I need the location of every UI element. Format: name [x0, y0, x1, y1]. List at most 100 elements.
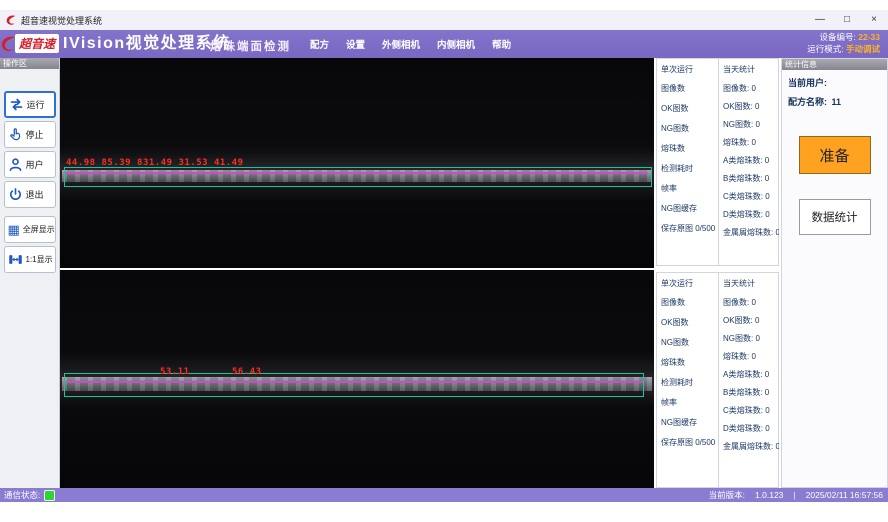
- run-button[interactable]: 运行: [4, 91, 56, 118]
- today-title: 当天统计: [723, 278, 779, 289]
- today-title: 当天统计: [723, 64, 779, 75]
- stat-row: 检测耗时: [661, 377, 718, 388]
- measurement-text: 44.98 85.39 831.49 31.53 41.49: [66, 158, 244, 168]
- sidebar: 操作区 运行 停止 用户 退出 ▦ 全屏显示 1:1显示: [0, 58, 60, 488]
- status-separator: |: [793, 490, 795, 500]
- maximize-button[interactable]: □: [841, 10, 853, 30]
- run-mode-value: 手动调试: [846, 44, 880, 54]
- fullscreen-button[interactable]: ▦ 全屏显示: [4, 216, 56, 243]
- menu-bar: 配方 设置 外侧相机 内侧相机 帮助: [310, 30, 511, 58]
- stat-row: NG图数: [661, 123, 718, 134]
- app-icon: [6, 14, 16, 26]
- stats-panel-bottom: 单次运行 图像数 OK图数 NG图数熔珠数检测耗时帧率 NG图缓存保存原图 0/500…: [656, 272, 779, 488]
- stat-row: OK图数: 0: [723, 315, 779, 326]
- header-bar: 超音速 IVision视觉处理系统 熔珠端面检测 配方设置外侧相机内侧相机帮助 …: [0, 30, 888, 58]
- current-user-label: 当前用户:: [788, 78, 827, 88]
- device-number-label: 设备编号:: [820, 32, 856, 42]
- brand-logo: 超音速: [15, 34, 59, 53]
- stop-button[interactable]: 停止: [4, 121, 56, 148]
- user-icon: [8, 157, 23, 172]
- user-button[interactable]: 用户: [4, 151, 56, 178]
- run-button-label: 运行: [27, 98, 45, 111]
- stat-row: C类熔珠数: 0: [723, 405, 779, 416]
- app-title: IVision视觉处理系统: [63, 33, 231, 55]
- close-button[interactable]: ×: [868, 10, 880, 30]
- menu-item[interactable]: 内侧相机: [437, 37, 475, 51]
- stat-row: 图像数: [661, 297, 718, 308]
- single-run-title: 单次运行: [661, 64, 718, 75]
- menu-item[interactable]: 设置: [346, 37, 365, 51]
- comm-status-indicator: [44, 490, 55, 501]
- info-panel: 统计信息 当前用户: 配方名称: 11 准备 数据统计: [781, 58, 888, 488]
- version-value: 1.0.123: [755, 490, 783, 500]
- stat-row: 熔珠数: 0: [723, 137, 779, 148]
- stats-panel-top: 单次运行 图像数OK图数NG图数熔珠数检测耗时帧率NG图缓存保存原图 0/500…: [656, 58, 779, 266]
- data-stats-button[interactable]: 数据统计: [799, 199, 871, 235]
- fullscreen-grid-icon: ▦: [8, 223, 20, 236]
- window-title: 超音速视觉处理系统: [21, 14, 102, 27]
- today-column: 当天统计 图像数: 0OK图数: 0NG图数: 0熔珠数: 0A类熔珠数: 0B…: [718, 273, 779, 487]
- version-label: 当前版本:: [709, 489, 745, 501]
- sidebar-header: 操作区: [0, 58, 59, 69]
- titlebar: 超音速视觉处理系统 — □ ×: [0, 10, 888, 31]
- one-to-one-button-label: 1:1显示: [26, 254, 53, 265]
- detection-rect: [64, 373, 644, 397]
- detection-rect: [64, 167, 652, 187]
- stat-row: 图像数: 0: [723, 83, 779, 94]
- stat-row: NG图数: 0: [723, 333, 779, 344]
- stat-row: OK图数: 0: [723, 101, 779, 112]
- stat-row: NG图缓存: [661, 203, 718, 214]
- camera-view-top: 44.98 85.39 831.49 31.53 41.49: [60, 58, 654, 268]
- menu-item[interactable]: 外侧相机: [382, 37, 420, 51]
- device-number-value: 22-33: [858, 32, 880, 42]
- minimize-button[interactable]: —: [814, 10, 826, 30]
- status-bar: 通信状态: 当前版本: 1.0.123 | 2025/02/11 16:57:5…: [0, 488, 888, 502]
- exit-button-label: 退出: [26, 188, 44, 201]
- recipe-name-label: 配方名称:: [788, 97, 827, 107]
- stat-row: 图像数: 0: [723, 297, 779, 308]
- fullscreen-button-label: 全屏显示: [23, 224, 55, 235]
- one-to-one-icon: [8, 252, 23, 267]
- stat-row: A类熔珠数: 0: [723, 369, 779, 380]
- stat-row: NG图数: 0: [723, 119, 779, 130]
- stat-row: 检测耗时: [661, 163, 718, 174]
- menu-item[interactable]: 配方: [310, 37, 329, 51]
- run-cycle-icon: [9, 97, 24, 112]
- info-panel-header: 统计信息: [782, 59, 887, 70]
- today-column: 当天统计 图像数: 0 OK图数: 0 NG图数: 0 熔珠数: 0 A类熔珠数: 0 B…: [718, 59, 779, 265]
- power-icon: [8, 187, 23, 202]
- user-button-label: 用户: [26, 158, 44, 171]
- stat-row: C类熔珠数: 0: [723, 191, 779, 202]
- stat-row: D类熔珠数: 0: [723, 423, 779, 434]
- header-info: 设备编号: 22-33 运行模式: 手动调试: [770, 32, 880, 55]
- stat-row: B类熔珠数: 0: [723, 173, 779, 184]
- single-run-column: 单次运行 图像数OK图数NG图数熔珠数检测耗时帧率NG图缓存保存原图 0/500: [657, 59, 718, 265]
- recipe-name-value: 11: [832, 97, 842, 107]
- brand-swirl-icon: [1, 35, 16, 58]
- stat-row: A类熔珠数: 0: [723, 155, 779, 166]
- stat-row: OK图数: [661, 317, 718, 328]
- stat-row: 金属屑熔珠数: 0: [723, 227, 779, 238]
- stat-row: B类熔珠数: 0: [723, 387, 779, 398]
- exit-button[interactable]: 退出: [4, 181, 56, 208]
- app-subtitle: 熔珠端面检测: [210, 38, 291, 54]
- stat-row: 帧率: [661, 397, 718, 408]
- stop-button-label: 停止: [26, 128, 44, 141]
- stat-row: 保存原图 0/500: [661, 437, 718, 448]
- camera-view-bottom: 53.11 56.43: [60, 270, 654, 488]
- one-to-one-button[interactable]: 1:1显示: [4, 246, 56, 273]
- stat-row: D类熔珠数: 0: [723, 209, 779, 220]
- stat-row: NG图数: [661, 337, 718, 348]
- stat-row: OK图数: [661, 103, 718, 114]
- stat-row: NG图缓存: [661, 417, 718, 428]
- run-mode-label: 运行模式:: [807, 44, 843, 54]
- menu-item[interactable]: 帮助: [492, 37, 511, 51]
- defect-label-left: 53.11: [160, 367, 190, 377]
- hand-stop-icon: [8, 127, 23, 142]
- prepare-button[interactable]: 准备: [799, 136, 871, 174]
- stat-row: 图像数: [661, 83, 718, 94]
- stat-row: 帧率: [661, 183, 718, 194]
- stat-row: 熔珠数: [661, 357, 718, 368]
- single-run-title: 单次运行: [661, 278, 718, 289]
- datetime-text: 2025/02/11 16:57:56: [806, 490, 883, 500]
